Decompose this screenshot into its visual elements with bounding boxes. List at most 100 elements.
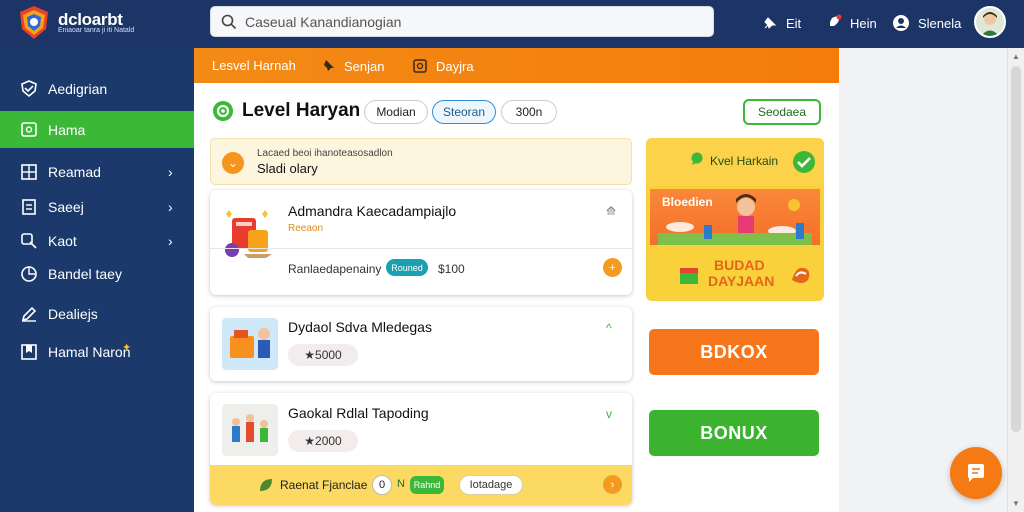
reward-value: ★2000	[304, 434, 342, 448]
top-action-user[interactable]: Slenela	[892, 12, 961, 34]
page-heading: Level Haryan	[212, 100, 360, 122]
sidebar-item-hamal-naron[interactable]: Hamal Naron ✦	[0, 333, 194, 370]
promo-card[interactable]: Kvel Harkain Bloedien BUDAD DAYJAAN	[646, 138, 824, 301]
strip-pill-button[interactable]: Iotadage	[459, 475, 523, 495]
book-illustration	[225, 210, 272, 258]
promo-line-2: DAYJAAN	[708, 273, 775, 289]
promo-scene: Bloedien	[650, 189, 820, 245]
gift-box-icon	[680, 268, 698, 284]
sidebar-item-kaot[interactable]: Kaot ›	[0, 222, 194, 259]
logo-icon[interactable]	[18, 5, 50, 41]
sidebar-item-label: Aedigrian	[48, 80, 108, 97]
message-icon	[968, 464, 984, 482]
reward-pill: ★5000	[288, 344, 358, 366]
top-action-rocket[interactable]: Hein	[824, 12, 877, 34]
edit-icon	[21, 306, 37, 322]
sidebar-item-hama[interactable]: Hama	[0, 111, 194, 148]
tab-label: Senjan	[344, 58, 385, 74]
chevron-down-icon[interactable]: v	[606, 407, 612, 421]
document-icon	[22, 198, 36, 215]
top-action-label: Eit	[786, 15, 802, 31]
tab-label: Dayjra	[436, 58, 474, 74]
pin-icon	[322, 60, 334, 72]
search-icon	[221, 14, 237, 30]
add-icon[interactable]: ›	[603, 475, 622, 494]
filter-steoran[interactable]: Steoran	[432, 100, 496, 124]
pin-icon	[764, 17, 777, 29]
promo-header: Kvel Harkain	[646, 138, 824, 186]
card-title: Gaokal Rdlal Tapoding	[288, 405, 429, 421]
card-title: Admandra Kaecadampiajlo	[288, 203, 457, 219]
tab-dayjra[interactable]: Dayjra	[412, 58, 474, 74]
chat-fab-button[interactable]	[950, 447, 1002, 499]
top-action-label: Hein	[850, 15, 877, 31]
students-illustration	[222, 318, 278, 370]
sidebar-item-aedigrian[interactable]: Aedigrian	[0, 70, 194, 107]
bdkox-button[interactable]: BDKOX	[649, 329, 819, 375]
search-icon	[21, 232, 37, 249]
rocket-icon	[827, 14, 842, 29]
chevron-up-icon[interactable]: ^	[606, 321, 612, 335]
sidebar-item-label: Bandel taey	[48, 265, 122, 282]
gift-icon	[413, 59, 427, 73]
tab-senjan[interactable]: Senjan	[320, 58, 384, 74]
grid-icon	[21, 163, 37, 180]
chevron-right-icon: ›	[168, 232, 173, 249]
filter-300n[interactable]: 300n	[501, 100, 557, 124]
sidebar-item-bandel[interactable]: Bandel taey	[0, 255, 194, 292]
status-badge: Rouned	[386, 259, 428, 276]
scroll-thumb[interactable]	[1011, 66, 1021, 432]
shield-icon	[21, 79, 37, 97]
card-price: $100	[438, 262, 465, 276]
sidebar-item-dealiejs[interactable]: Dealiejs	[0, 295, 194, 332]
notice-caption: Lacaed beoi ihanoteasosadlon	[257, 148, 393, 159]
top-action-pin[interactable]: Eit	[762, 12, 801, 34]
card-action-strip: Raenat Fjanclae 0 N Rahnd Iotadage ›	[210, 465, 632, 505]
reward-value: ★5000	[304, 348, 342, 362]
top-tab-bar: Lesvel Harnah Senjan Dayjra	[194, 48, 839, 83]
card-title: Dydaol Sdva Mledegas	[288, 319, 432, 335]
bonux-button[interactable]: BONUX	[649, 410, 819, 456]
mid-icon: N	[397, 478, 405, 490]
user-icon	[893, 15, 909, 31]
search-bar[interactable]	[210, 6, 714, 37]
card-divider	[210, 248, 632, 249]
sparkle-icon: ✦	[122, 342, 132, 354]
sidebar-item-saeej[interactable]: Saeej ›	[0, 188, 194, 225]
filter-modian[interactable]: Modian	[364, 100, 428, 124]
avatar[interactable]	[974, 6, 1006, 38]
sidebar-item-reamad[interactable]: Reamad ›	[0, 153, 194, 190]
seodaea-button[interactable]: Seodaea	[743, 99, 821, 125]
card-subtitle: Reeaon	[288, 223, 324, 234]
share-icon[interactable]: ⟰	[606, 204, 616, 218]
sidebar-item-label: Reamad	[48, 163, 101, 180]
reward-pill: ★2000	[288, 430, 358, 452]
task-card[interactable]: Gaokal Rdlal Tapoding ★2000 v Raenat Fja…	[210, 393, 632, 505]
sidebar: Aedigrian Hama Reamad › Saeej › Kaot › B…	[0, 48, 194, 512]
promo-line-1: BUDAD	[714, 257, 765, 273]
status-badge[interactable]: Rahnd	[410, 476, 444, 494]
card-footer-text: Ranlaedapenainy	[288, 262, 382, 276]
task-card[interactable]: Admandra Kaecadampiajlo Reeaon ⟰ Ranlaed…	[210, 190, 632, 295]
search-input[interactable]	[245, 12, 685, 32]
sidebar-item-label: Hama	[48, 121, 86, 138]
level-icon	[213, 101, 233, 121]
count-badge: 0	[372, 475, 392, 495]
tab-label: Lesvel Harnah	[212, 58, 296, 73]
notice-banner: ⌄ Lacaed beoi ihanoteasosadlon Sladi ola…	[210, 138, 632, 185]
top-action-label: Slenela	[918, 15, 962, 31]
chart-icon	[21, 265, 37, 282]
add-icon[interactable]: +	[603, 258, 622, 277]
brand-tagline: Eniaoar tanra ji iti Natald	[58, 27, 135, 34]
chevron-down-icon[interactable]: ⌄	[222, 152, 244, 174]
scrollbar[interactable]: ▲ ▼	[1007, 48, 1024, 512]
classroom-illustration	[658, 194, 812, 245]
tab-level-harnah[interactable]: Lesvel Harnah	[212, 58, 296, 73]
chevron-right-icon: ›	[168, 163, 173, 180]
notice-title: Sladi olary	[257, 161, 318, 176]
scroll-up-icon[interactable]: ▲	[1012, 52, 1020, 61]
task-card[interactable]: Dydaol Sdva Mledegas ★5000 ^	[210, 307, 632, 381]
check-circle-icon	[793, 151, 815, 173]
bookmark-icon	[21, 343, 37, 360]
scroll-down-icon[interactable]: ▼	[1012, 499, 1020, 508]
